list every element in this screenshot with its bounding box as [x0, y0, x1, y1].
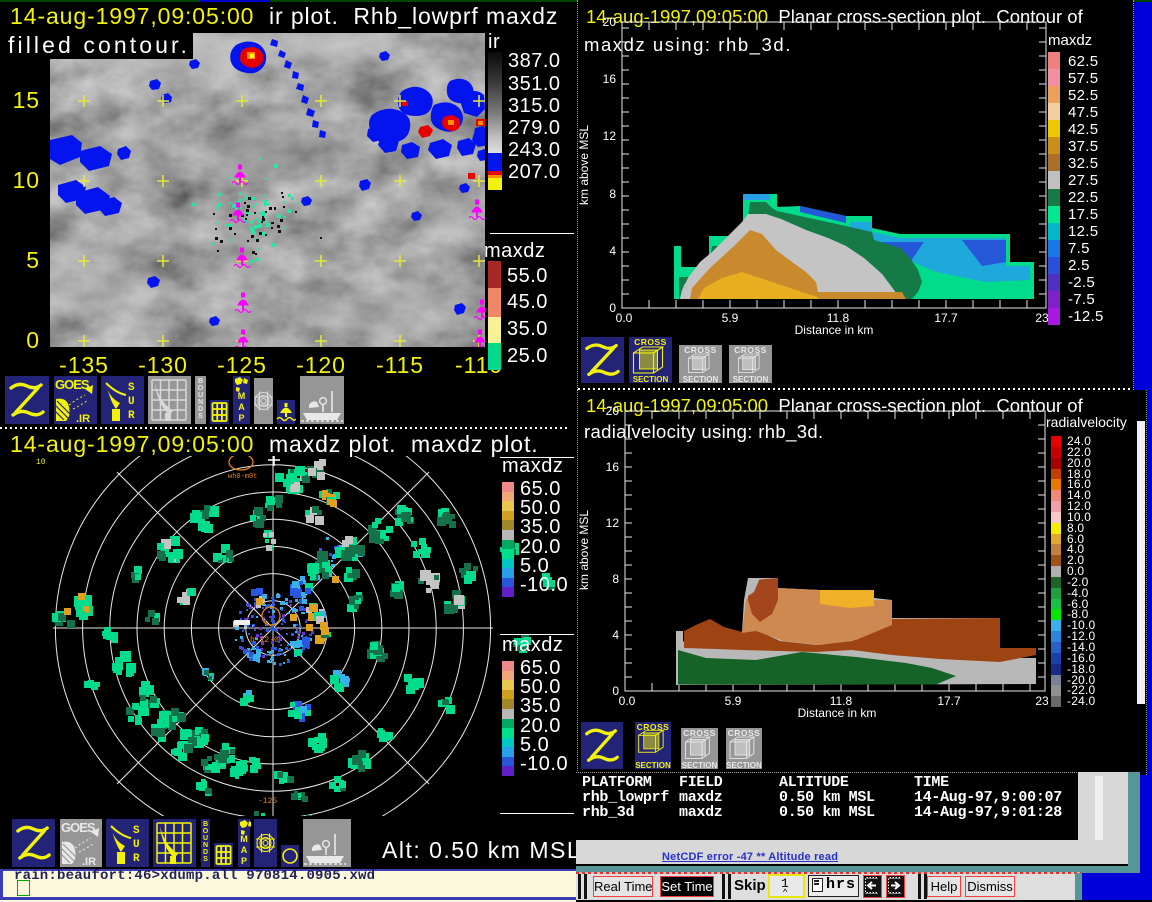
- svg-text:CROSS: CROSS: [634, 337, 667, 347]
- svg-text:SECTION: SECTION: [733, 375, 769, 384]
- svg-text:12: 12: [603, 129, 617, 143]
- svg-text:0: 0: [609, 301, 616, 315]
- svg-text:S: S: [128, 382, 135, 394]
- svg-text:23: 23: [1035, 694, 1049, 708]
- svg-text:B: B: [203, 821, 208, 828]
- svg-text:20: 20: [603, 15, 617, 29]
- svg-text:U: U: [128, 396, 135, 408]
- svg-text:N: N: [198, 399, 203, 406]
- svg-text:U: U: [203, 835, 208, 842]
- svg-text:SECTION: SECTION: [633, 375, 669, 384]
- svg-text:GOES: GOES: [55, 377, 90, 392]
- svg-text:M: M: [240, 834, 248, 844]
- svg-text:P: P: [241, 856, 247, 866]
- svg-text:M: M: [238, 391, 246, 401]
- svg-text:12: 12: [606, 516, 620, 530]
- svg-text:5.9: 5.9: [722, 311, 739, 325]
- svg-text:8: 8: [609, 187, 616, 201]
- svg-text:wh0-m0t: wh0-m0t: [228, 473, 257, 481]
- svg-text:10: 10: [36, 458, 46, 467]
- svg-text:4: 4: [609, 244, 616, 258]
- svg-text:b-12-0: b-12-0: [250, 636, 279, 645]
- svg-text:16: 16: [603, 72, 617, 86]
- svg-text:Distance in km: Distance in km: [795, 323, 874, 337]
- svg-text:CROSS: CROSS: [734, 345, 767, 355]
- svg-text:D: D: [198, 406, 203, 413]
- svg-text:5.9: 5.9: [725, 694, 742, 708]
- svg-text:SECTION: SECTION: [682, 761, 718, 770]
- svg-text:B: B: [198, 378, 203, 385]
- svg-text:17.7: 17.7: [934, 311, 958, 325]
- svg-text:SECTION: SECTION: [726, 761, 762, 770]
- svg-text:S: S: [133, 825, 140, 837]
- svg-text:0.0: 0.0: [619, 694, 636, 708]
- svg-text:16: 16: [606, 460, 620, 474]
- svg-text:A: A: [241, 845, 248, 855]
- svg-text:SECTION: SECTION: [683, 375, 719, 384]
- svg-text:17.7: 17.7: [937, 694, 961, 708]
- svg-text:CROSS: CROSS: [684, 345, 717, 355]
- svg-text:U: U: [198, 392, 203, 399]
- svg-text:R: R: [128, 410, 135, 422]
- svg-text:S: S: [198, 413, 203, 420]
- svg-text:Distance in km: Distance in km: [798, 706, 877, 720]
- svg-text:CROSS: CROSS: [728, 728, 761, 738]
- svg-text:D: D: [203, 849, 208, 856]
- svg-text:4: 4: [612, 628, 619, 642]
- svg-text:CROSS: CROSS: [683, 728, 716, 738]
- svg-text:SECTION: SECTION: [635, 761, 671, 770]
- svg-text:0: 0: [612, 684, 619, 698]
- svg-text:8: 8: [612, 572, 619, 586]
- svg-text:20: 20: [606, 404, 620, 418]
- svg-text:-125: -125: [258, 797, 277, 806]
- svg-text:km above MSL: km above MSL: [577, 510, 591, 590]
- svg-text:S: S: [203, 856, 208, 863]
- svg-text:GOES: GOES: [61, 820, 96, 835]
- svg-text:N: N: [203, 842, 208, 849]
- svg-text:A: A: [238, 402, 245, 412]
- svg-text:km above MSL: km above MSL: [577, 125, 591, 205]
- svg-text:O: O: [203, 828, 209, 835]
- svg-text:P: P: [238, 413, 244, 423]
- svg-text:.IR: .IR: [76, 413, 90, 425]
- svg-text:.IR: .IR: [82, 856, 96, 868]
- svg-text:0.0: 0.0: [616, 311, 633, 325]
- svg-text:U: U: [133, 839, 140, 851]
- svg-text:23: 23: [1035, 311, 1049, 325]
- svg-text:R: R: [133, 853, 140, 865]
- svg-text:O: O: [198, 385, 204, 392]
